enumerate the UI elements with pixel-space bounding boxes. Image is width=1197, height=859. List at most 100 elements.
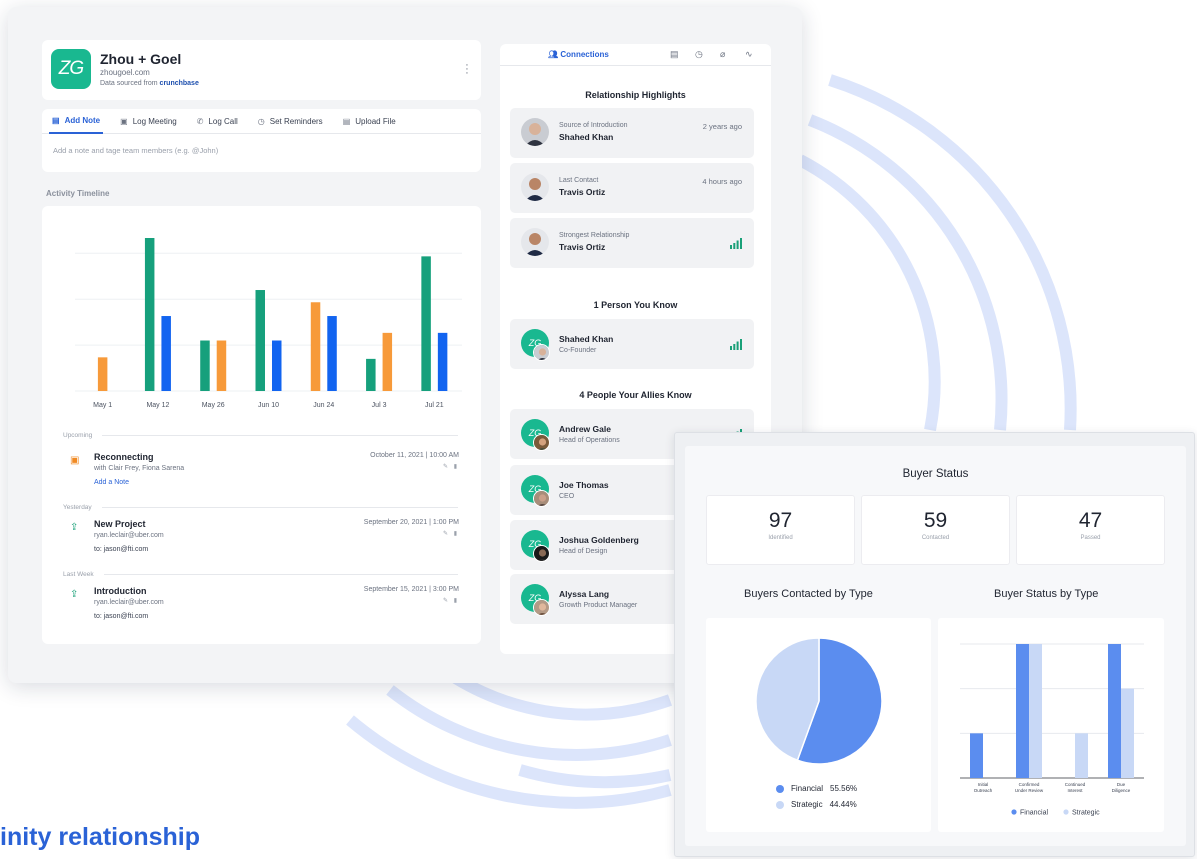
- highlight-label: Strongest Relationship: [559, 232, 630, 239]
- add-note-link[interactable]: Add a Note: [94, 479, 129, 486]
- note-icon: ▤: [52, 116, 60, 125]
- calendar-icon: ▣: [120, 117, 128, 126]
- panel-tabs: 👥︎ Connections ▤ ◷ ⌀ ∿: [500, 44, 771, 66]
- activity-bar[interactable]: [382, 332, 393, 391]
- activity-bar[interactable]: [310, 302, 321, 391]
- legend-label: Strategic: [791, 800, 823, 809]
- note-input[interactable]: Add a note and tage team members (e.g. @…: [42, 134, 481, 155]
- stat-label: Contacted: [921, 535, 950, 541]
- avatar: [533, 344, 550, 361]
- alarm-icon[interactable]: ◷: [695, 49, 703, 60]
- x-tick-label: Due: [1117, 782, 1126, 787]
- file-icon: ▤: [342, 117, 351, 126]
- event-title: Reconnecting: [94, 452, 154, 462]
- person-role: Growth Product Manager: [559, 602, 638, 609]
- event-date: September 20, 2021 | 1:00 PM: [363, 519, 459, 526]
- tab-log-call[interactable]: ✆ Log Call: [194, 109, 241, 134]
- x-tick-label: Confirmed: [1019, 782, 1040, 787]
- company-domain[interactable]: zhougoel.com: [100, 68, 150, 77]
- highlight-card[interactable]: Source of Introduction Shahed Khan 2 yea…: [510, 108, 754, 158]
- note-composer: ▤ Add Note ▣ Log Meeting ✆ Log Call ◷ Se…: [42, 109, 481, 172]
- highlight-card[interactable]: Last Contact Travis Ortiz 4 hours ago: [510, 163, 754, 213]
- activity-bar[interactable]: [255, 290, 266, 391]
- buyers-pie-chart: [755, 637, 883, 765]
- section-divider: [102, 435, 458, 436]
- status-bar-financial[interactable]: [1108, 644, 1121, 778]
- activity-bar[interactable]: [437, 332, 448, 391]
- edit-delete-icons[interactable]: ✎ ▮: [443, 463, 459, 470]
- person-name: Shahed Khan: [559, 132, 614, 142]
- attachment-icon[interactable]: ⌀: [720, 49, 725, 60]
- tab-add-note[interactable]: ▤ Add Note: [49, 109, 104, 134]
- person-name: Travis Ortiz: [559, 187, 606, 197]
- activity-bar[interactable]: [97, 357, 108, 391]
- more-options-icon[interactable]: · · ·: [464, 60, 470, 79]
- timeline-event[interactable]: ⇪ Introduction ryan.leclair@uber.com to:…: [63, 586, 459, 641]
- x-tick-label: Diligence: [1112, 788, 1131, 793]
- legend-label: Financial: [1020, 810, 1048, 817]
- phone-icon: ✆: [196, 117, 204, 126]
- signal-strength-icon: [730, 238, 742, 249]
- avatar: [533, 599, 550, 616]
- activity-bar[interactable]: [272, 340, 282, 391]
- section-divider: [104, 574, 458, 575]
- stat-label: Identified: [768, 535, 793, 541]
- buyer-status-dashboard: Buyer Status 97 Identified 59 Contacted …: [674, 432, 1195, 857]
- legend-dot: [776, 784, 784, 793]
- note-icon[interactable]: ▤: [670, 49, 679, 60]
- activity-bar[interactable]: [327, 316, 337, 391]
- stat-contacted: 59 Contacted: [861, 495, 1010, 565]
- activity-bar[interactable]: [216, 340, 227, 391]
- activity-bar[interactable]: [144, 238, 155, 391]
- data-source: Data sourced from crunchbase: [100, 80, 199, 87]
- edit-delete-icons[interactable]: ✎ ▮: [443, 530, 459, 537]
- edit-delete-icons[interactable]: ✎ ▮: [443, 597, 459, 604]
- status-bar-strategic[interactable]: [1029, 644, 1042, 778]
- legend-label: Strategic: [1072, 810, 1100, 817]
- timeline-event[interactable]: ⇪ New Project ryan.leclair@uber.com to: …: [63, 519, 459, 574]
- person-card[interactable]: ZG Shahed Khan Co-Founder: [510, 319, 754, 369]
- status-bar-financial[interactable]: [970, 733, 983, 778]
- tab-log-meeting[interactable]: ▣ Log Meeting: [117, 109, 180, 134]
- status-bar-strategic[interactable]: [1075, 733, 1088, 778]
- activity-bar[interactable]: [366, 358, 376, 391]
- section-divider: [102, 507, 458, 508]
- tab-label: Connections: [560, 50, 609, 59]
- tab-connections[interactable]: 👥︎ Connections: [548, 50, 609, 59]
- know-heading: 1 Person You Know: [593, 300, 678, 310]
- data-source-name[interactable]: crunchbase: [160, 80, 199, 87]
- alarm-icon: ◷: [257, 117, 265, 126]
- activity-bar[interactable]: [161, 316, 171, 391]
- buyer-status-title: Buyer Status: [902, 468, 969, 480]
- activity-bar[interactable]: [200, 340, 210, 391]
- x-tick-label: Jul 21: [425, 402, 444, 409]
- legend-dot: [1063, 809, 1069, 815]
- x-tick-label: Interest: [1067, 788, 1083, 793]
- activity-icon[interactable]: ∿: [745, 49, 753, 60]
- activity-bar[interactable]: [421, 256, 431, 391]
- legend-value: 55.56%: [830, 784, 858, 793]
- legend-strategic: Strategic 44.44%: [776, 800, 857, 809]
- status-bar-financial[interactable]: [1016, 644, 1029, 778]
- calendar-icon: ▣: [70, 455, 80, 466]
- x-tick-label: Jun 10: [258, 402, 279, 409]
- tab-label: Add Note: [64, 116, 101, 125]
- person-name: Joshua Goldenberg: [559, 535, 639, 545]
- avatar: [521, 173, 549, 201]
- tab-label: Log Meeting: [132, 117, 177, 126]
- tab-upload-file[interactable]: ▤ Upload File: [340, 109, 399, 134]
- x-tick-label: Jun 24: [313, 402, 334, 409]
- highlight-label: Last Contact: [559, 177, 599, 184]
- highlight-card[interactable]: Strongest Relationship Travis Ortiz: [510, 218, 754, 268]
- stat-value: 97: [768, 509, 793, 532]
- activity-timeline: May 1 May 12 May 26 Jun 10 Jun 24 Jul 3 Jul 21…: [42, 206, 481, 644]
- status-bar-strategic[interactable]: [1121, 688, 1134, 778]
- x-tick-label: May 1: [93, 402, 112, 409]
- buyers-by-type-card: Financial 55.56% Strategic 44.44%: [706, 618, 931, 832]
- event-title: New Project: [94, 519, 146, 529]
- tab-set-reminders[interactable]: ◷ Set Reminders: [255, 109, 326, 134]
- event-recipient: to: jason@fti.com: [94, 613, 149, 620]
- timeline-event[interactable]: ▣ Reconnecting with Clair Frey, Fiona Sa…: [63, 452, 459, 507]
- legend-label: Financial: [791, 784, 824, 793]
- tab-label: Log Call: [208, 117, 238, 126]
